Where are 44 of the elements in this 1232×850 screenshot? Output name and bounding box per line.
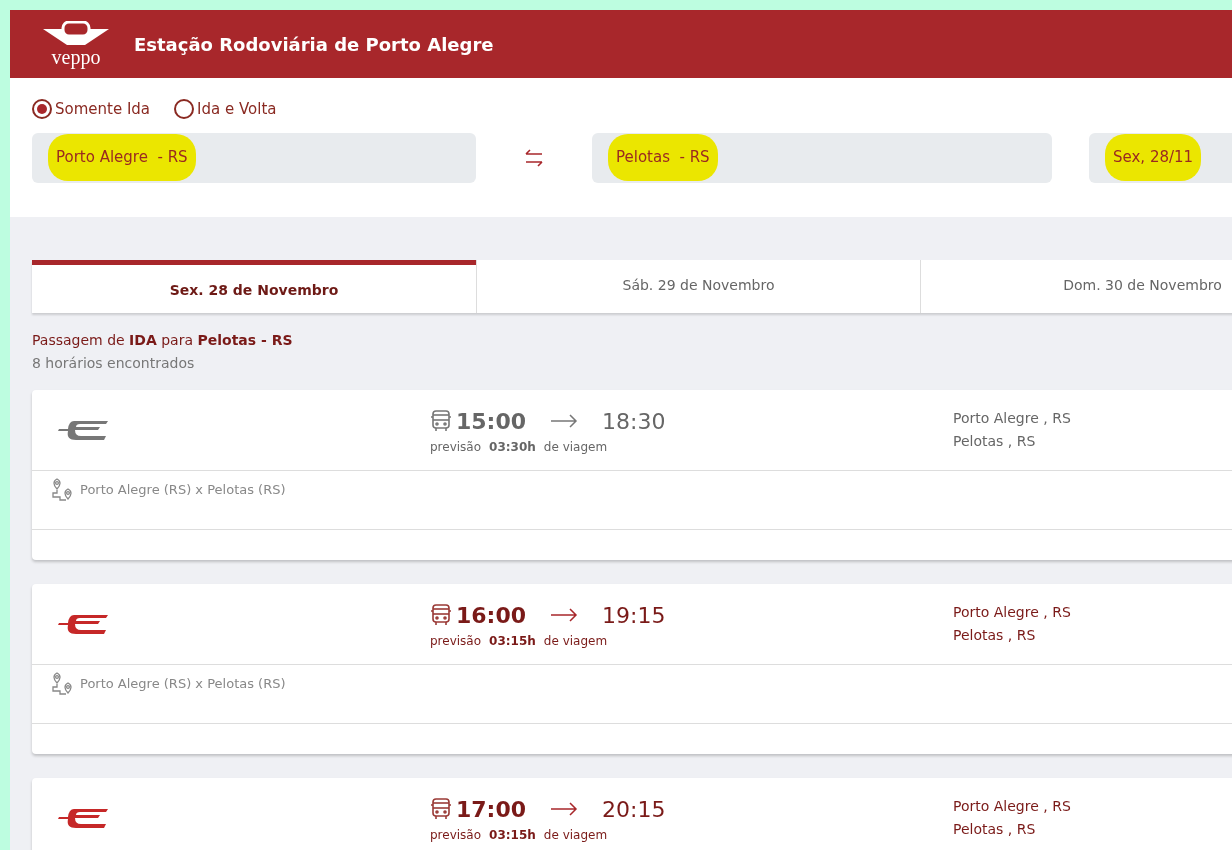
duration-value: 03:15h: [489, 826, 536, 844]
bus-icon: [430, 603, 452, 627]
date-field[interactable]: Sex, 28/11: [1089, 132, 1232, 183]
right-arrow-icon: [550, 414, 579, 428]
duration-value: 03:15h: [489, 632, 536, 650]
duration-label: previsão: [430, 632, 482, 650]
duration-label: previsão: [430, 826, 482, 844]
trip-type-radio[interactable]: Somente Ida: [32, 98, 151, 121]
date-tab[interactable]: Dom. 30 de Novembro: [920, 260, 1232, 313]
bus-station-logo-icon: [41, 21, 111, 47]
trip-card[interactable]: 17:00 20:15 previsão 03:15h de viagem Porto Alegre , RS Pelotas , RS: [32, 778, 1232, 850]
route-text: Porto Alegre (RS) x Pelotas (RS): [80, 675, 286, 693]
destination-field[interactable]: Pelotas - RS: [592, 132, 1052, 183]
arrival-time: 19:15: [602, 601, 666, 630]
destination-place: Pelotas , RS: [953, 626, 1037, 645]
duration-label: de viagem: [543, 632, 608, 650]
veppo-logo[interactable]: veppo: [38, 21, 114, 67]
duration-value: 03:30h: [489, 438, 536, 456]
arrival-time: 20:15: [602, 795, 666, 824]
trip-card[interactable]: 16:00 19:15 previsão 03:15h de viagem Porto Alegre , RS Pelotas , RS Porto Alegre (RS) x Pelotas (RS): [32, 584, 1232, 754]
origin-place: Porto Alegre , RS: [953, 409, 1071, 428]
departure-time: 15:00: [456, 407, 527, 436]
departure-time: 16:00: [456, 601, 527, 630]
right-arrow-icon: [550, 608, 579, 622]
departure-time: 17:00: [456, 795, 527, 824]
duration-label: de viagem: [543, 826, 608, 844]
arrival-time: 18:30: [602, 407, 666, 436]
duration-label: previsão: [430, 438, 482, 456]
origin-place: Porto Alegre , RS: [953, 797, 1071, 816]
right-arrow-icon: [550, 802, 579, 816]
duration-label: de viagem: [543, 438, 608, 456]
origin-place: Porto Alegre , RS: [953, 603, 1071, 622]
station-title: Estação Rodoviária de Porto Alegre: [134, 32, 494, 57]
date-tab[interactable]: Sáb. 29 de Novembro: [476, 260, 920, 313]
bus-icon: [430, 409, 452, 433]
route-text: Porto Alegre (RS) x Pelotas (RS): [80, 481, 286, 499]
destination-place: Pelotas , RS: [953, 820, 1037, 839]
results-count: 8 horários encontrados: [32, 354, 196, 373]
results-heading: Passagem de IDA para Pelotas - RS: [32, 331, 294, 350]
destination-place: Pelotas , RS: [953, 432, 1037, 451]
trip-type-radio[interactable]: Ida e Volta: [174, 98, 277, 121]
bus-icon: [430, 797, 452, 821]
origin-field[interactable]: Porto Alegre - RS: [32, 132, 476, 183]
date-tab[interactable]: Sex. 28 de Novembro: [32, 260, 476, 313]
